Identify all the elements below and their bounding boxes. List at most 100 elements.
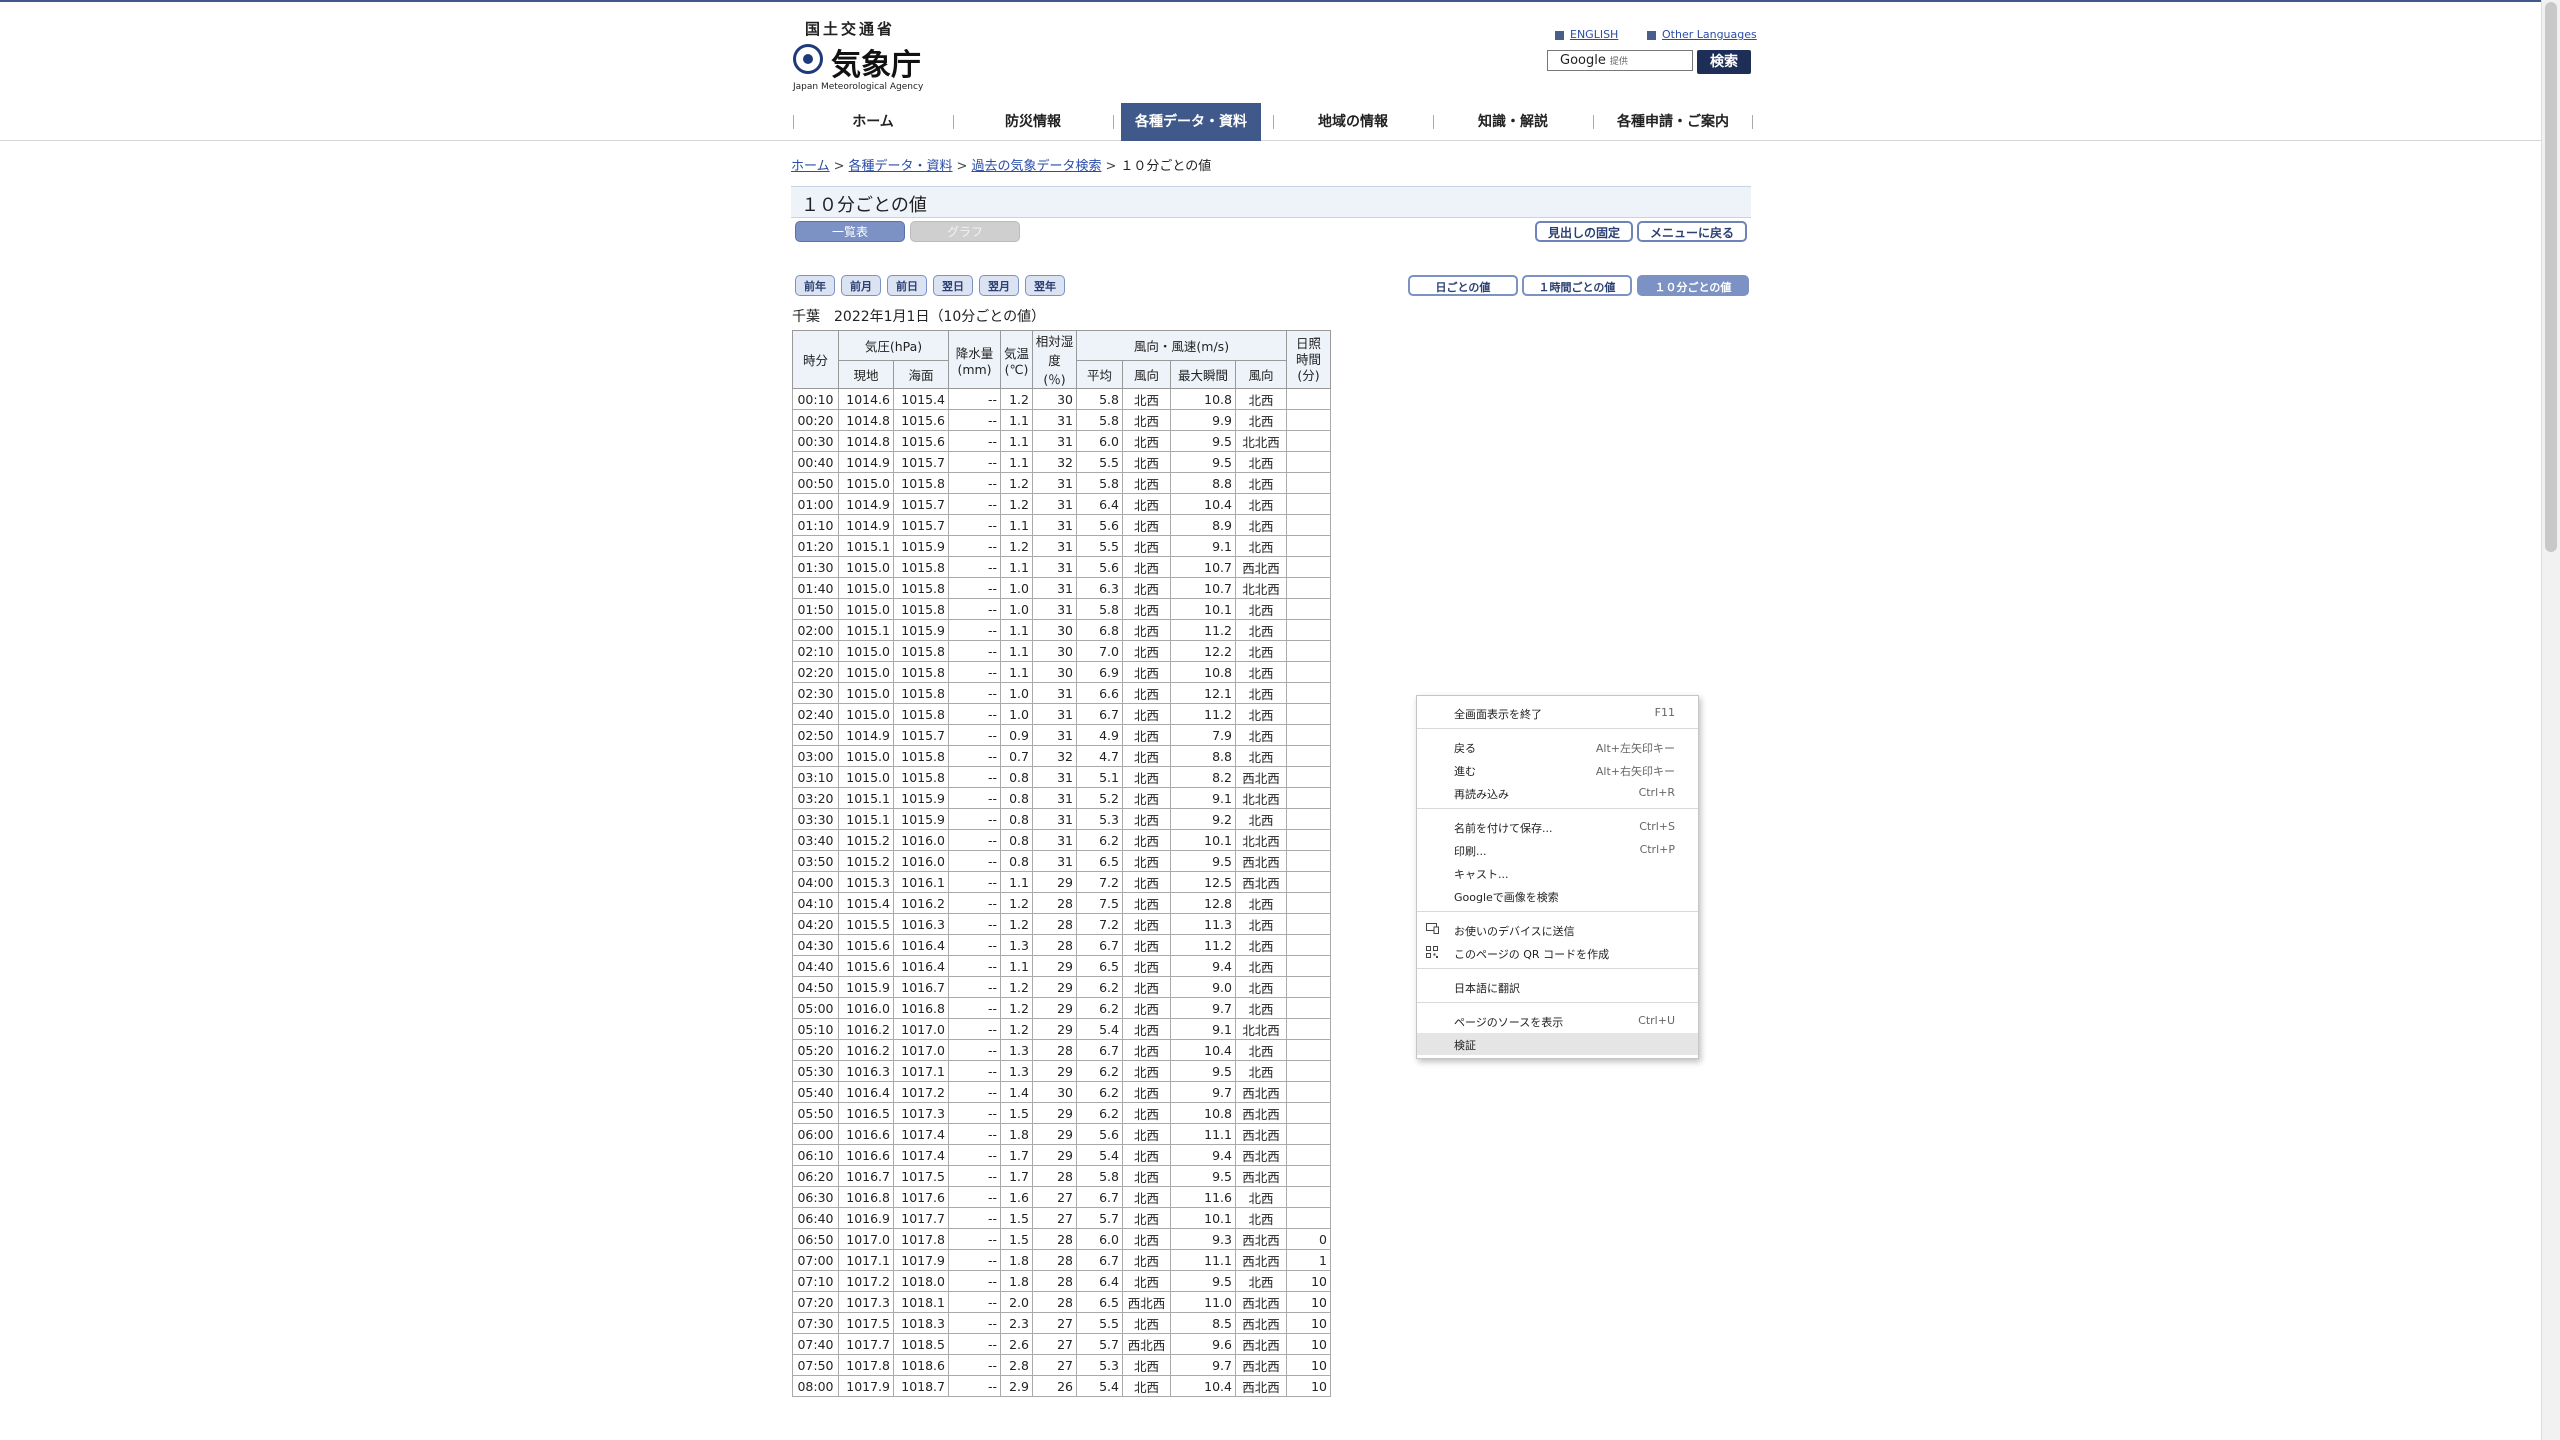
table-cell: -- <box>948 1312 1001 1334</box>
table-cell: 1015.8 <box>893 598 949 620</box>
table-cell: 1018.3 <box>893 1312 949 1334</box>
nav-home[interactable]: ホーム <box>794 103 952 141</box>
next-month-button[interactable]: 翌月 <box>979 275 1019 296</box>
table-cell: 1015.8 <box>893 661 949 683</box>
table-cell: 0.7 <box>1000 745 1033 767</box>
context-menu-item-exit-fullscreen[interactable]: 全画面表示を終了 F11 <box>1417 702 1698 724</box>
table-cell: 北西 <box>1122 1060 1171 1082</box>
table-cell: 31 <box>1032 787 1077 809</box>
table-row: 02:00 1015.1 1015.9 -- 1.1 30 6.8 北西 11.2 北西 <box>792 619 1331 641</box>
context-menu-item-back[interactable]: 戻る Alt+左矢印キー <box>1417 736 1698 758</box>
hourly-values-button[interactable]: １時間ごとの値 <box>1522 275 1632 296</box>
table-cell: 1018.7 <box>893 1375 949 1397</box>
table-cell: 9.1 <box>1170 1018 1236 1040</box>
table-cell: -- <box>948 1228 1001 1250</box>
nav-applications[interactable]: 各種申請・ご案内 <box>1594 103 1752 141</box>
table-cell: 1015.4 <box>838 892 894 914</box>
back-to-menu-button[interactable]: メニューに戻る <box>1637 221 1747 242</box>
table-cell: 8.8 <box>1170 472 1236 494</box>
table-cell: 31 <box>1032 430 1077 452</box>
jma-logo[interactable]: 国土交通省 気象庁 Japan Meteorological Agency <box>793 18 923 92</box>
context-menu-item-create-qr-code[interactable]: このページの QR コードを作成 <box>1417 942 1698 964</box>
context-menu-item-print[interactable]: 印刷... Ctrl+P <box>1417 839 1698 861</box>
context-menu-item-view-source[interactable]: ページのソースを表示 Ctrl+U <box>1417 1010 1698 1032</box>
table-cell: 北西 <box>1122 619 1171 641</box>
other-languages-link[interactable]: Other Languages <box>1647 28 1757 41</box>
table-cell: 01:30 <box>792 556 839 578</box>
table-cell: 8.8 <box>1170 745 1236 767</box>
table-cell: -- <box>948 808 1001 830</box>
table-cell: 6.4 <box>1076 493 1123 515</box>
table-cell: 1017.0 <box>838 1228 894 1250</box>
table-cell: 04:20 <box>792 913 839 935</box>
table-row: 04:50 1015.9 1016.7 -- 1.2 29 6.2 北西 9.0 北西 <box>792 976 1331 998</box>
next-day-button[interactable]: 翌日 <box>933 275 973 296</box>
table-cell: 7.2 <box>1076 913 1123 935</box>
table-cell: 03:50 <box>792 850 839 872</box>
header-wind-dir: 風向 <box>1122 360 1171 389</box>
table-cell: 9.6 <box>1170 1333 1236 1355</box>
table-cell: 04:50 <box>792 976 839 998</box>
table-cell: 27 <box>1032 1354 1077 1376</box>
next-year-button[interactable]: 翌年 <box>1025 275 1065 296</box>
table-cell: 1016.2 <box>838 1039 894 1061</box>
context-menu-item-reload[interactable]: 再読み込み Ctrl+R <box>1417 782 1698 804</box>
prev-month-button[interactable]: 前月 <box>841 275 881 296</box>
table-cell: 9.4 <box>1170 955 1236 977</box>
table-cell: 10 <box>1286 1270 1331 1292</box>
vertical-scrollbar[interactable] <box>2541 0 2560 1440</box>
table-cell: 1017.6 <box>893 1186 949 1208</box>
table-cell: 1017.2 <box>838 1270 894 1292</box>
table-cell: 30 <box>1032 388 1077 410</box>
weather-data-table: 時分 気圧(hPa) 降水量 (mm) 気温 (℃) 相対湿度 (％) 風向・風… <box>792 330 1331 1397</box>
table-cell: 1016.4 <box>893 934 949 956</box>
english-link[interactable]: ENGLISH <box>1555 28 1618 41</box>
table-cell: 北西 <box>1235 1270 1287 1292</box>
graph-view-button[interactable]: グラフ <box>910 221 1020 242</box>
tenmin-values-button[interactable]: １０分ごとの値 <box>1637 275 1749 296</box>
table-row: 04:20 1015.5 1016.3 -- 1.2 28 7.2 北西 11.3 北西 <box>792 913 1331 935</box>
prev-year-button[interactable]: 前年 <box>795 275 835 296</box>
context-menu-item-forward[interactable]: 進む Alt+右矢印キー <box>1417 759 1698 781</box>
table-cell: 29 <box>1032 1144 1077 1166</box>
search-button[interactable]: 検索 <box>1697 50 1751 74</box>
table-cell: 5.5 <box>1076 451 1123 473</box>
table-cell: 04:30 <box>792 934 839 956</box>
table-cell: 03:40 <box>792 829 839 851</box>
context-menu-item-send-to-device[interactable]: お使いのデバイスに送信 <box>1417 919 1698 941</box>
table-cell <box>1286 451 1331 473</box>
table-cell: 北西 <box>1235 976 1287 998</box>
table-cell: 北西 <box>1235 451 1287 473</box>
context-menu-item-save-as[interactable]: 名前を付けて保存... Ctrl+S <box>1417 816 1698 838</box>
table-cell: 05:00 <box>792 997 839 1019</box>
table-cell: 27 <box>1032 1312 1077 1334</box>
nav-knowledge[interactable]: 知識・解説 <box>1434 103 1592 141</box>
nav-disaster-info[interactable]: 防災情報 <box>954 103 1112 141</box>
fix-header-button[interactable]: 見出しの固定 <box>1535 221 1633 242</box>
prev-day-button[interactable]: 前日 <box>887 275 927 296</box>
context-menu-item-translate[interactable]: 日本語に翻訳 <box>1417 976 1698 998</box>
table-cell: 1015.0 <box>838 682 894 704</box>
daily-values-button[interactable]: 日ごとの値 <box>1408 275 1518 296</box>
table-cell: 30 <box>1032 1081 1077 1103</box>
table-cell <box>1286 829 1331 851</box>
table-cell <box>1286 892 1331 914</box>
table-cell: 5.3 <box>1076 1354 1123 1376</box>
nav-data[interactable]: 各種データ・資料 <box>1121 103 1261 141</box>
square-bullet-icon <box>1647 30 1656 40</box>
list-view-button[interactable]: 一覧表 <box>795 221 905 242</box>
table-cell: 1016.1 <box>893 871 949 893</box>
breadcrumb-past-data-search[interactable]: 過去の気象データ検索 <box>971 159 1101 174</box>
table-cell: 1016.4 <box>893 955 949 977</box>
table-cell: 北西 <box>1235 892 1287 914</box>
table-cell: -- <box>948 535 1001 557</box>
context-menu-item-inspect[interactable]: 検証 <box>1417 1033 1698 1055</box>
scrollbar-thumb[interactable] <box>2545 2 2557 552</box>
search-input[interactable]: Google 提供 <box>1547 50 1693 71</box>
context-menu-item-cast[interactable]: キャスト... <box>1417 862 1698 884</box>
breadcrumb-home[interactable]: ホーム <box>791 159 830 174</box>
table-cell: 1016.2 <box>893 892 949 914</box>
breadcrumb-data[interactable]: 各種データ・資料 <box>849 159 953 174</box>
nav-regional-info[interactable]: 地域の情報 <box>1274 103 1432 141</box>
context-menu-item-search-image[interactable]: Googleで画像を検索 <box>1417 885 1698 907</box>
